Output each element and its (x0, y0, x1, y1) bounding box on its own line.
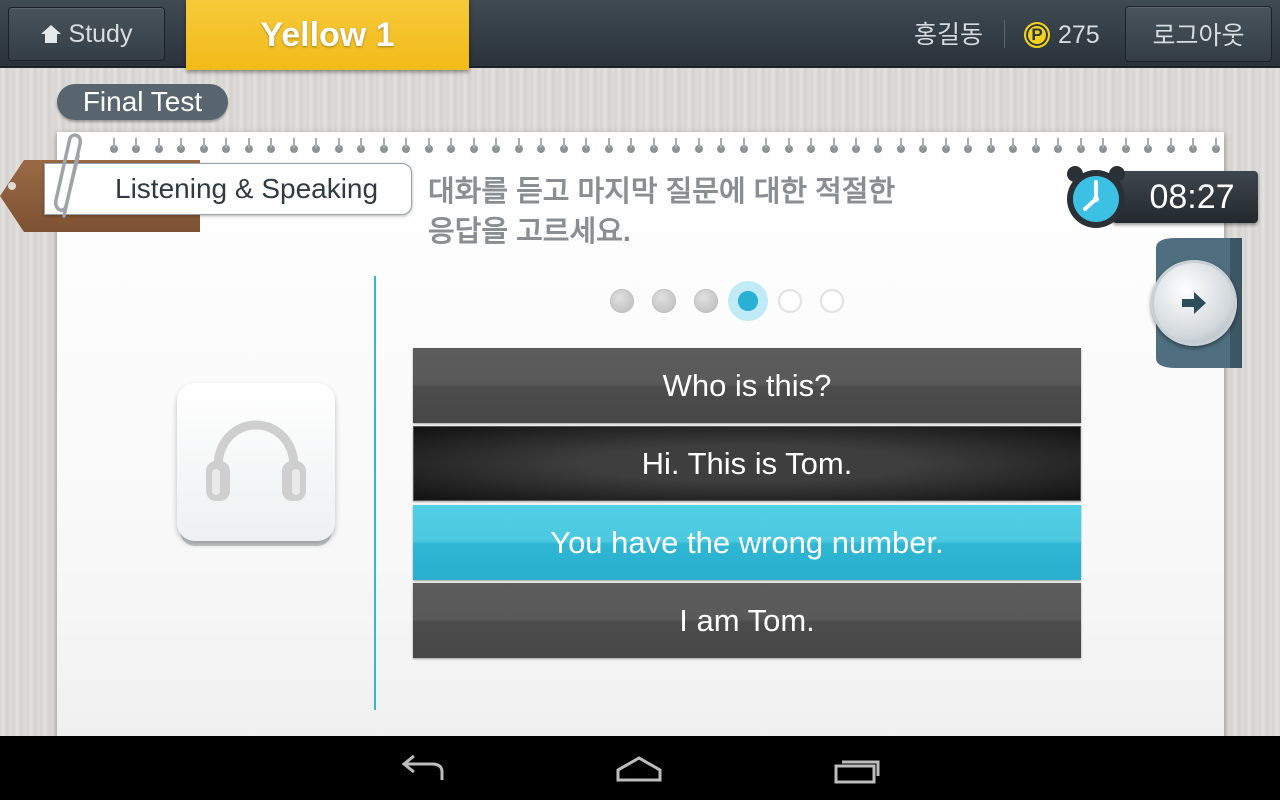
spiral-ring (1189, 138, 1198, 154)
spiral-ring (784, 138, 793, 154)
instruction-text: 대화를 듣고 마지막 질문에 대한 적절한 응답을 고르세요. (428, 172, 988, 252)
spiral-ring (582, 138, 591, 154)
alarm-clock-icon (1067, 166, 1125, 228)
recent-apps-icon[interactable] (832, 752, 882, 786)
spiral-binding (110, 138, 1220, 154)
headphones-icon (206, 420, 306, 501)
spiral-ring (379, 138, 388, 154)
topbar-divider (1004, 20, 1005, 48)
spiral-ring (604, 138, 613, 154)
spiral-ring (964, 138, 973, 154)
spiral-ring (177, 138, 186, 154)
progress-dot-6 (820, 289, 844, 313)
answer-option-1[interactable]: Who is this? (413, 348, 1081, 423)
answer-option-4[interactable]: I am Tom. (413, 583, 1081, 658)
next-button[interactable] (1151, 260, 1237, 346)
final-test-label: Final Test (82, 86, 203, 117)
home-icon (40, 25, 61, 43)
spiral-ring (1144, 138, 1153, 154)
spiral-ring (1166, 138, 1175, 154)
spiral-ring (312, 138, 321, 154)
spiral-ring (357, 138, 366, 154)
progress-dot-3 (694, 289, 718, 313)
spiral-ring (1099, 138, 1108, 154)
progress-dot-1 (610, 289, 634, 313)
answer-option-2[interactable]: Hi. This is Tom. (413, 426, 1081, 501)
spiral-ring (492, 138, 501, 154)
section-label: Listening & Speaking (115, 173, 379, 204)
spiral-ring (717, 138, 726, 154)
progress-dot-2 (652, 289, 676, 313)
study-button[interactable]: Study (8, 7, 165, 61)
back-icon[interactable] (398, 752, 448, 786)
logout-button[interactable]: 로그아웃 (1125, 6, 1272, 62)
spiral-ring (1076, 138, 1085, 154)
section-tag: Listening & Speaking (44, 163, 412, 215)
spiral-ring (132, 138, 141, 154)
spiral-ring (739, 138, 748, 154)
spiral-ring (896, 138, 905, 154)
audio-play-button[interactable] (177, 383, 335, 541)
home-nav-icon[interactable] (614, 752, 664, 786)
answer-option-3-label: You have the wrong number. (550, 524, 944, 560)
spiral-ring (829, 138, 838, 154)
spiral-ring (334, 138, 343, 154)
answer-option-2-label: Hi. This is Tom. (641, 445, 853, 481)
spiral-ring (694, 138, 703, 154)
spiral-ring (469, 138, 478, 154)
timer-value: 08:27 (1149, 177, 1235, 216)
user-name: 홍길동 (914, 21, 984, 49)
answer-option-4-label: I am Tom. (679, 602, 815, 638)
spiral-ring (627, 138, 636, 154)
spiral-ring (559, 138, 568, 154)
spiral-ring (154, 138, 163, 154)
tag-hole (8, 182, 16, 190)
instruction-line-2: 응답을 고르세요. (428, 216, 631, 248)
logout-label: 로그아웃 (1152, 22, 1245, 50)
spiral-ring (1054, 138, 1063, 154)
spiral-ring (649, 138, 658, 154)
spiral-ring (851, 138, 860, 154)
spiral-ring (1211, 138, 1220, 154)
spiral-ring (110, 138, 118, 154)
spiral-ring (514, 138, 523, 154)
arrow-right-icon (1182, 292, 1206, 314)
spiral-ring (222, 138, 231, 154)
spiral-ring (986, 138, 995, 154)
final-test-badge: Final Test (57, 84, 228, 120)
spiral-ring (807, 138, 816, 154)
progress-dot-5 (778, 289, 802, 313)
answer-option-1-label: Who is this? (662, 367, 832, 403)
paperclip-icon (54, 133, 83, 218)
spiral-ring (1121, 138, 1130, 154)
spiral-ring (1009, 138, 1018, 154)
panel-divider (374, 276, 376, 710)
spiral-ring (199, 138, 208, 154)
spiral-ring (919, 138, 928, 154)
level-label: Yellow 1 (260, 15, 395, 54)
spiral-ring (672, 138, 681, 154)
level-tab[interactable]: Yellow 1 (186, 0, 469, 70)
points-display: P 275 (1024, 18, 1100, 52)
study-label: Study (68, 19, 133, 48)
spiral-ring (267, 138, 276, 154)
spiral-ring (537, 138, 546, 154)
spiral-ring (402, 138, 411, 154)
instruction-line-1: 대화를 듣고 마지막 질문에 대한 적절한 (428, 176, 896, 208)
spiral-ring (941, 138, 950, 154)
spiral-ring (424, 138, 433, 154)
progress-dots (610, 281, 844, 321)
spiral-ring (447, 138, 456, 154)
answer-option-3[interactable]: You have the wrong number. (413, 505, 1081, 580)
timer-display: 08:27 (1112, 171, 1258, 223)
spiral-ring (244, 138, 253, 154)
spiral-ring (762, 138, 771, 154)
top-bar: Study Yellow 1 홍길동 P 275 로그아웃 (0, 0, 1280, 70)
points-value: 275 (1058, 20, 1100, 49)
progress-dot-4 (728, 281, 768, 321)
points-icon: P (1024, 22, 1050, 48)
spiral-ring (874, 138, 883, 154)
spiral-ring (289, 138, 298, 154)
spiral-ring (1031, 138, 1040, 154)
